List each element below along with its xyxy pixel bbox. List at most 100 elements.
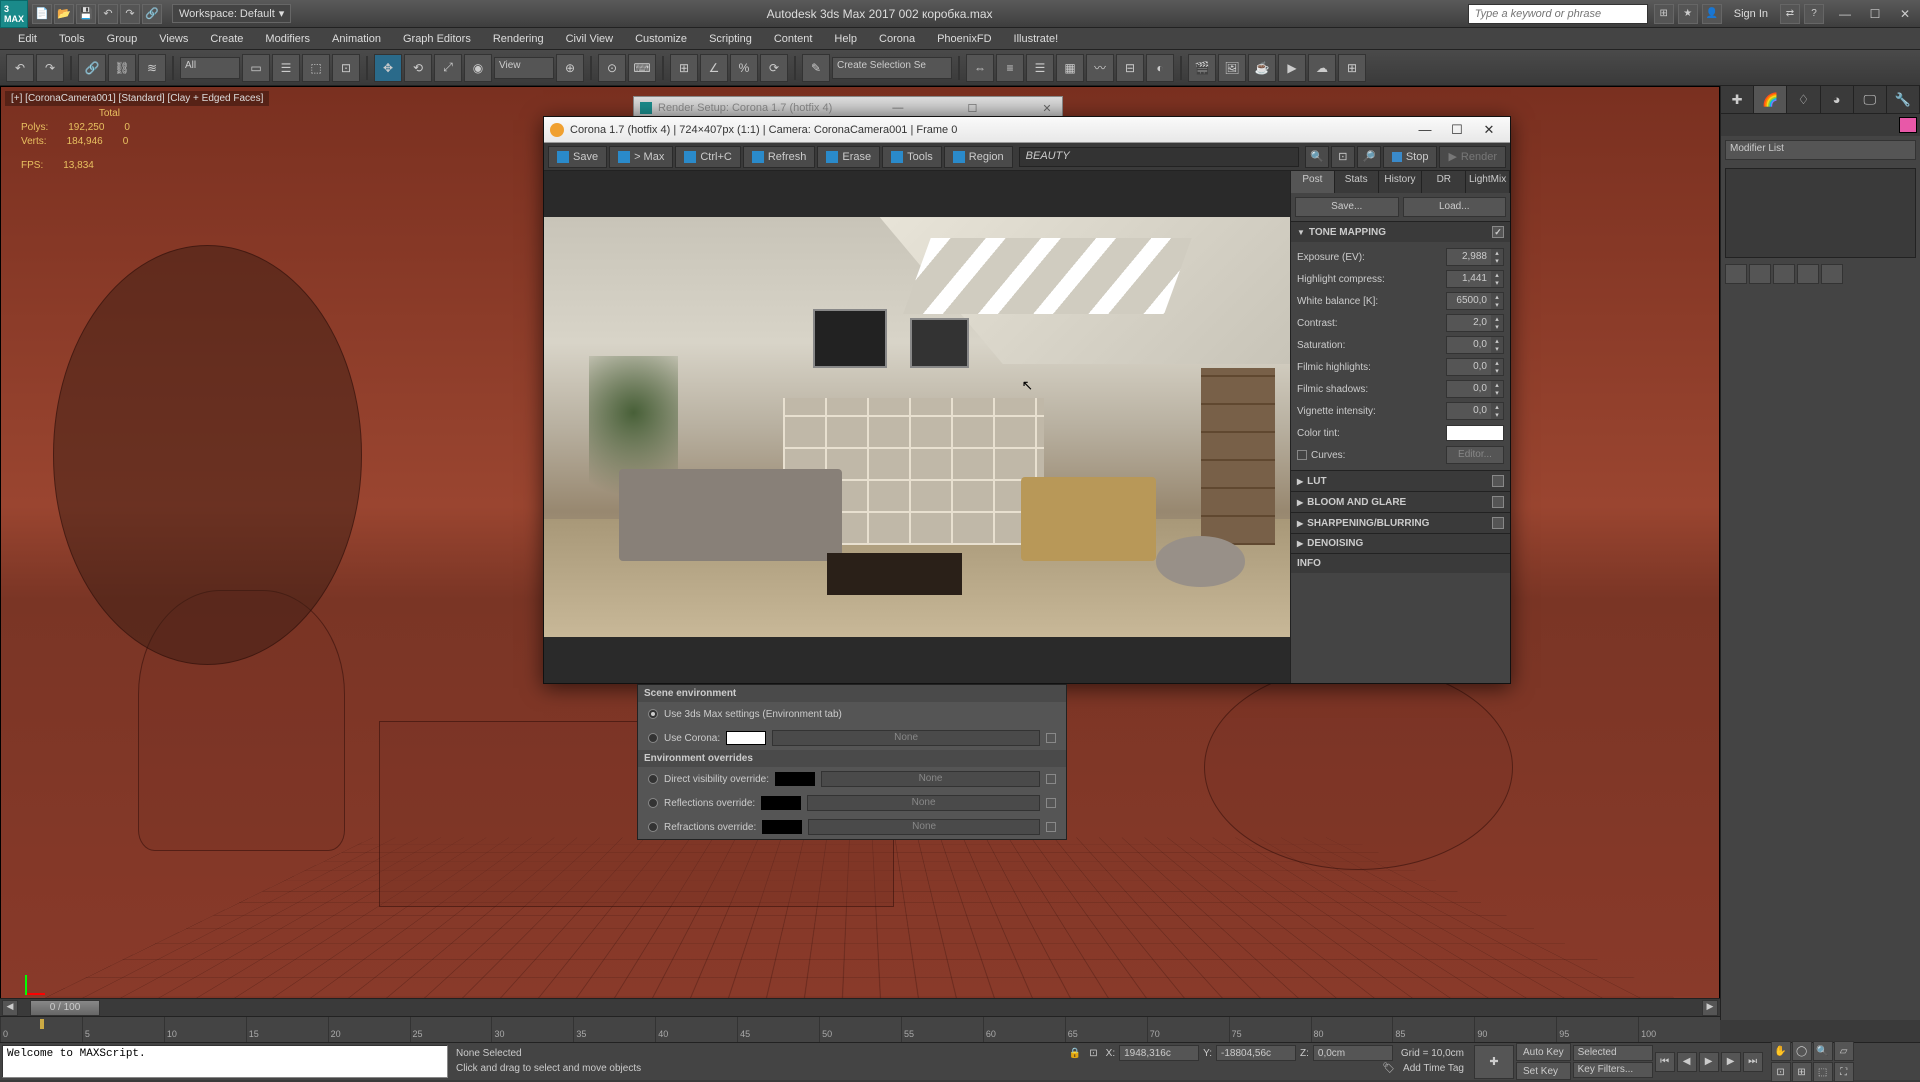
nav-zoomext-icon[interactable]: ⊡	[1771, 1062, 1791, 1082]
edit-selset-icon[interactable]: ✎	[802, 54, 830, 82]
configure-sets-icon[interactable]	[1821, 264, 1843, 284]
refcoord-dropdown[interactable]: View	[494, 57, 554, 79]
tab-lightmix[interactable]: LightMix	[1466, 171, 1510, 193]
tab-stats[interactable]: Stats	[1335, 171, 1379, 193]
curve-editor-icon[interactable]: 〰	[1086, 54, 1114, 82]
placement-icon[interactable]: ◉	[464, 54, 492, 82]
display-tab-icon[interactable]: 🖵	[1854, 86, 1887, 113]
crosshair-icon[interactable]: ✚	[1474, 1045, 1514, 1079]
nav-region-icon[interactable]: ⬚	[1813, 1062, 1833, 1082]
vfb-region-button[interactable]: Region	[944, 146, 1013, 168]
vfb-pass-dropdown[interactable]: BEAUTY	[1019, 147, 1299, 167]
menu-grapheditors[interactable]: Graph Editors	[393, 30, 481, 48]
vfb-tomax-button[interactable]: > Max	[609, 146, 673, 168]
show-end-result-icon[interactable]	[1749, 264, 1771, 284]
vfb-tools-button[interactable]: Tools	[882, 146, 942, 168]
render-iter-icon[interactable]: ▶	[1278, 54, 1306, 82]
goto-start-icon[interactable]: ⏮	[1655, 1052, 1675, 1072]
nav-maximize-icon[interactable]: ⛶	[1834, 1062, 1854, 1082]
add-time-tag[interactable]: Add Time Tag	[1403, 1063, 1464, 1074]
menu-views[interactable]: Views	[149, 30, 198, 48]
utilities-tab-icon[interactable]: 🔧	[1887, 86, 1920, 113]
vfb-render-view[interactable]: ↖	[544, 171, 1290, 683]
dvo-map[interactable]: None	[821, 771, 1040, 787]
dvo-swatch[interactable]	[775, 772, 815, 786]
refr-checkbox[interactable]	[648, 822, 658, 832]
layers-icon[interactable]: ☰	[1026, 54, 1054, 82]
object-color-swatch[interactable]	[1899, 117, 1917, 133]
vfb-stop-button[interactable]: Stop	[1383, 146, 1438, 168]
move-icon[interactable]: ✥	[374, 54, 402, 82]
star-icon[interactable]: ★	[1678, 4, 1698, 24]
goto-end-icon[interactable]: ⏭	[1743, 1052, 1763, 1072]
time-tag-icon[interactable]: 🏷	[1382, 1063, 1395, 1074]
refr-swatch[interactable]	[762, 820, 802, 834]
refl-swatch[interactable]	[761, 796, 801, 810]
x-input[interactable]	[1119, 1045, 1199, 1061]
nav-arc-icon[interactable]: ◯	[1792, 1041, 1812, 1061]
vfb-erase-button[interactable]: Erase	[817, 146, 880, 168]
menu-illustrate[interactable]: Illustrate!	[1004, 30, 1069, 48]
setkey-button[interactable]: Set Key	[1516, 1062, 1571, 1080]
frame-next-icon[interactable]: ▶	[1702, 1000, 1718, 1016]
dvo-map-chk[interactable]	[1046, 774, 1056, 784]
curves-editor-button[interactable]: Editor...	[1446, 446, 1504, 464]
infocenter-icon[interactable]: ⊞	[1654, 4, 1674, 24]
tonemapping-header[interactable]: ▼ TONE MAPPING ✓	[1291, 222, 1510, 242]
mirror-icon[interactable]: ⇔	[966, 54, 994, 82]
align-icon[interactable]: ≡	[996, 54, 1024, 82]
make-unique-icon[interactable]	[1773, 264, 1795, 284]
wb-spinner[interactable]: 6500,0▴▾	[1446, 292, 1504, 310]
material-editor-icon[interactable]: ◐	[1146, 54, 1174, 82]
contrast-spinner[interactable]: 2,0▴▾	[1446, 314, 1504, 332]
menu-edit[interactable]: Edit	[8, 30, 47, 48]
menu-civilview[interactable]: Civil View	[556, 30, 623, 48]
minimize-button[interactable]: —	[1830, 0, 1860, 28]
filmic-sh-spinner[interactable]: 0,0▴▾	[1446, 380, 1504, 398]
curves-checkbox[interactable]	[1297, 450, 1307, 460]
selection-filter-dropdown[interactable]: All	[180, 57, 240, 79]
qat-redo-icon[interactable]: ↷	[120, 4, 140, 24]
highlight-spinner[interactable]: 1,441▴▾	[1446, 270, 1504, 288]
pin-stack-icon[interactable]	[1725, 264, 1747, 284]
scene-env-header[interactable]: Scene environment	[638, 685, 1066, 702]
corona-env-map-chk[interactable]	[1046, 733, 1056, 743]
unlink-icon[interactable]: ⛓	[108, 54, 136, 82]
refr-map-chk[interactable]	[1046, 822, 1056, 832]
close-button[interactable]: ✕	[1890, 0, 1920, 28]
menu-rendering[interactable]: Rendering	[483, 30, 554, 48]
user-icon[interactable]: 👤	[1702, 4, 1722, 24]
menu-tools[interactable]: Tools	[49, 30, 95, 48]
refl-map-chk[interactable]	[1046, 798, 1056, 808]
menu-animation[interactable]: Animation	[322, 30, 391, 48]
render-setup-icon[interactable]: 🎬	[1188, 54, 1216, 82]
nav-fov-icon[interactable]: ▱	[1834, 1041, 1854, 1061]
link-icon[interactable]: 🔗	[78, 54, 106, 82]
vfb-zoomin-icon[interactable]: 🔍	[1305, 146, 1329, 168]
filmic-hi-spinner[interactable]: 0,0▴▾	[1446, 358, 1504, 376]
vfb-close-button[interactable]: ✕	[1474, 120, 1504, 140]
vfb-zoomout-icon[interactable]: 🔎	[1357, 146, 1381, 168]
vignette-spinner[interactable]: 0,0▴▾	[1446, 402, 1504, 420]
vfb-save-button[interactable]: Save	[548, 146, 607, 168]
vfb-load-preset-button[interactable]: Load...	[1403, 197, 1507, 217]
vfb-copy-button[interactable]: Ctrl+C	[675, 146, 740, 168]
nav-pan-icon[interactable]: ✋	[1771, 1041, 1791, 1061]
saturation-spinner[interactable]: 0,0▴▾	[1446, 336, 1504, 354]
vfb-titlebar[interactable]: Corona 1.7 (hotfix 4) | 724×407px (1:1) …	[544, 117, 1510, 143]
modify-tab-icon[interactable]: 🌈	[1754, 86, 1787, 113]
info-header[interactable]: INFO	[1291, 554, 1510, 573]
qat-link-icon[interactable]: 🔗	[142, 4, 162, 24]
angle-snap-icon[interactable]: ∠	[700, 54, 728, 82]
remove-modifier-icon[interactable]	[1797, 264, 1819, 284]
bind-icon[interactable]: ≋	[138, 54, 166, 82]
vfb-zoomfit-icon[interactable]: ⊡	[1331, 146, 1355, 168]
autokey-button[interactable]: Auto Key	[1516, 1043, 1571, 1061]
select-window-icon[interactable]: ⊡	[332, 54, 360, 82]
help-icon[interactable]: ?	[1804, 4, 1824, 24]
next-frame-icon[interactable]: ▶	[1721, 1052, 1741, 1072]
menu-customize[interactable]: Customize	[625, 30, 697, 48]
nav-zoom-icon[interactable]: 🔍	[1813, 1041, 1833, 1061]
keyfilters-button[interactable]: Key Filters...	[1573, 1062, 1653, 1078]
exposure-spinner[interactable]: 2,988▴▾	[1446, 248, 1504, 266]
